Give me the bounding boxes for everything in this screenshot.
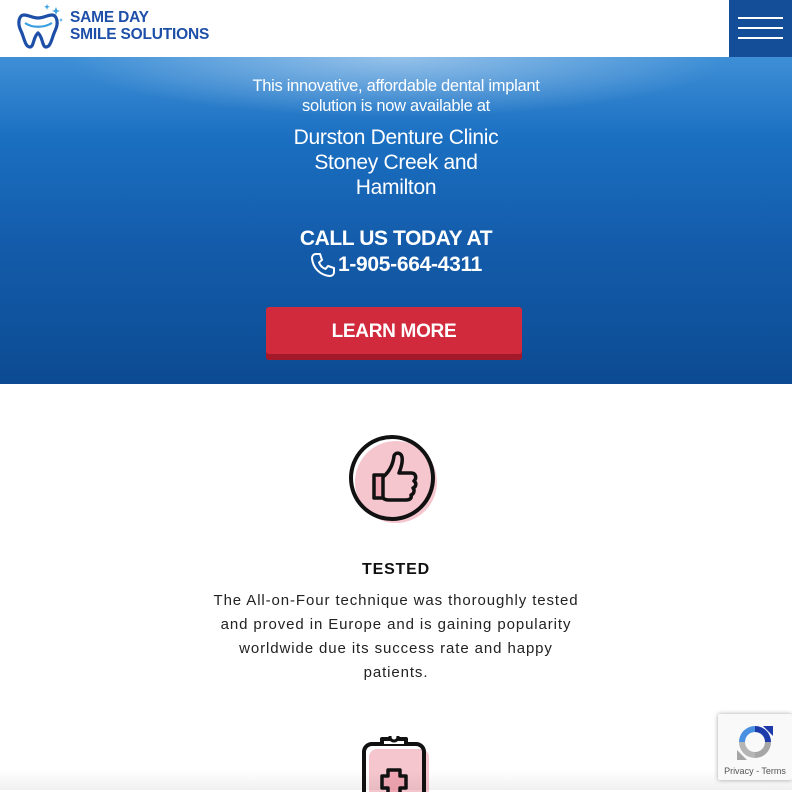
clinic-line-1: Durston Denture Clinic [293,126,499,149]
feature-desc-line-1: The All-on-Four technique was thoroughly… [213,592,579,609]
recaptcha-links: Privacy - Terms [718,766,792,776]
phone-link[interactable]: 1-905-664-4311 [0,252,792,278]
hero-intro-line-2: solution is now available at [302,97,490,115]
feature-desc-line-2: and proved in Europe and is gaining popu… [220,616,572,633]
clinic-line-2: Stoney Creek and [314,151,478,174]
feature-desc-line-3: worldwide due its success rate and happy [239,640,553,657]
hero-banner: This innovative, affordable dental impla… [0,57,792,384]
site-header: SAME DAY SMILE SOLUTIONS [0,0,792,57]
feature-desc-line-4: patients. [363,664,429,681]
hero-intro: This innovative, affordable dental impla… [0,76,792,116]
hamburger-menu-icon-bar [738,37,783,39]
learn-more-button[interactable]: LEARN MORE [266,307,522,360]
phone-number: 1-905-664-4311 [337,253,483,276]
feature-description: The All-on-Four technique was thoroughly… [196,589,596,685]
feature-title: TESTED [362,561,430,578]
recaptcha-terms-link[interactable]: Terms [761,766,786,776]
call-us-label: CALL US TODAY AT [299,227,493,250]
recaptcha-privacy-link[interactable]: Privacy [724,766,754,776]
recaptcha-icon [737,726,773,760]
logo-line-1: SAME DAY [70,9,149,26]
hamburger-menu-icon [738,17,783,19]
menu-button[interactable] [729,0,792,57]
logo-line-2: SMILE SOLUTIONS [70,26,210,43]
site-logo[interactable]: SAME DAY SMILE SOLUTIONS [16,3,209,49]
logo-text: SAME DAY SMILE SOLUTIONS [70,9,209,43]
bottom-fade [0,770,792,790]
thumbs-up-icon [347,432,443,533]
clinic-line-3: Hamilton [355,176,437,199]
hero-intro-line-1: This innovative, affordable dental impla… [252,77,540,95]
recaptcha-badge[interactable]: Privacy - Terms [718,714,792,780]
phone-icon [310,253,335,277]
tooth-logo-icon [17,4,63,49]
clinic-name: Durston Denture Clinic Stoney Creek and … [0,125,792,200]
hamburger-menu-icon-bar [738,27,783,29]
